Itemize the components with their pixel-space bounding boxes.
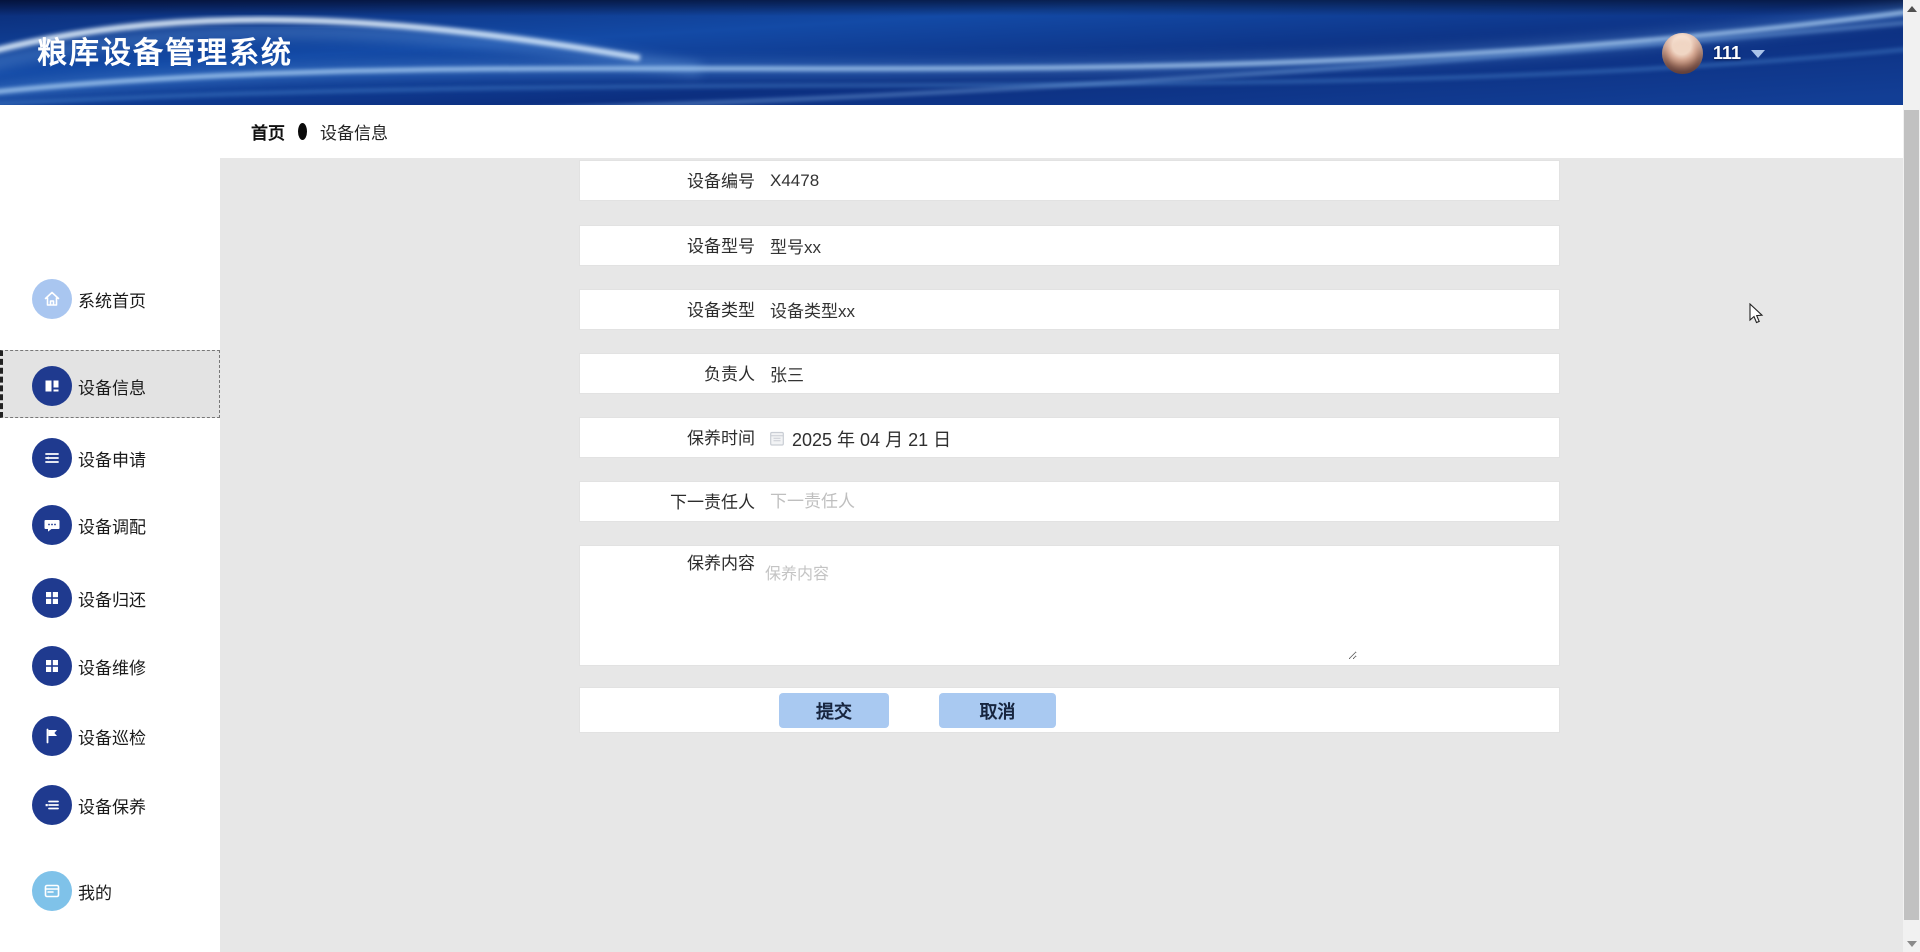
calendar-icon	[770, 431, 784, 446]
form-panel: 设备编号 设备型号 设备类型 负责人 保养时间 2025 年 04 月 21 日…	[220, 158, 1903, 952]
vertical-scrollbar	[1903, 0, 1920, 952]
form-row-device-code: 设备编号	[579, 160, 1560, 201]
app-window: 粮库设备管理系统 111 系统首页 设备信息 设备申请 设备调配 设备归还 设备…	[0, 0, 1920, 952]
next-responsible-input[interactable]	[770, 482, 1530, 521]
sidebar-item-my[interactable]: 我的	[0, 871, 220, 911]
sidebar-item-device-repair[interactable]: 设备维修	[0, 646, 220, 686]
field-label: 设备类型	[687, 301, 755, 320]
grid-icon	[32, 646, 72, 686]
breadcrumb-separator-icon	[298, 123, 307, 140]
list-arrow-icon	[32, 438, 72, 478]
form-row-maintain-date: 保养时间 2025 年 04 月 21 日	[579, 417, 1560, 458]
chat-icon	[32, 505, 72, 545]
field-label: 负责人	[704, 365, 755, 384]
field-label: 保养时间	[687, 429, 755, 448]
grid-icon	[32, 578, 72, 618]
scrollbar-thumb[interactable]	[1904, 110, 1919, 920]
home-icon	[32, 279, 72, 319]
form-row-device-model: 设备型号	[579, 225, 1560, 266]
sidebar-item-label: 设备申请	[78, 450, 146, 470]
cancel-button[interactable]: 取消	[939, 693, 1056, 728]
flag-icon	[32, 716, 72, 756]
sidebar-item-label: 设备保养	[78, 797, 146, 817]
triangle-up-icon	[1906, 5, 1917, 12]
sidebar-item-label: 我的	[78, 883, 112, 903]
device-code-input[interactable]	[770, 161, 1530, 200]
sidebar-item-device-inspect[interactable]: 设备巡检	[0, 716, 220, 756]
field-label: 设备型号	[687, 237, 755, 256]
breadcrumb-current: 设备信息	[320, 124, 388, 143]
sidebar-item-device-maintain[interactable]: 设备保养	[0, 785, 220, 825]
chevron-down-icon	[1751, 50, 1765, 58]
sidebar-item-home[interactable]: 系统首页	[0, 279, 220, 319]
form-row-device-type: 设备类型	[579, 289, 1560, 330]
scroll-up-button[interactable]	[1903, 0, 1920, 17]
sidebar-item-label: 设备调配	[78, 517, 146, 537]
field-label: 设备编号	[687, 172, 755, 191]
user-name: 111	[1712, 42, 1741, 63]
list-icon	[32, 785, 72, 825]
form-row-next-responsible: 下一责任人	[579, 481, 1560, 522]
device-type-input[interactable]	[770, 290, 1530, 329]
field-label: 下一责任人	[670, 493, 755, 512]
maintain-content-textarea[interactable]	[765, 552, 1357, 660]
form-row-maintain-content: 保养内容	[579, 545, 1560, 666]
form-row-actions: 提交 取消	[579, 687, 1560, 733]
maintain-date-picker[interactable]: 2025 年 04 月 21 日	[770, 418, 951, 459]
sidebar-item-device-info[interactable]: 设备信息	[0, 366, 220, 406]
app-header: 粮库设备管理系统 111	[0, 0, 1920, 105]
sidebar-item-label: 系统首页	[78, 291, 146, 311]
field-label: 保养内容	[687, 554, 755, 573]
triangle-down-icon	[1906, 940, 1917, 947]
device-model-input[interactable]	[770, 226, 1530, 265]
maintain-date-value: 2025 年 04 月 21 日	[792, 429, 952, 450]
submit-button[interactable]: 提交	[779, 693, 889, 728]
sidebar-item-label: 设备信息	[78, 378, 146, 398]
breadcrumb-home-link[interactable]: 首页	[251, 119, 285, 144]
profile-card-icon	[32, 871, 72, 911]
sidebar-item-label: 设备巡检	[78, 728, 146, 748]
sidebar-item-device-apply[interactable]: 设备申请	[0, 438, 220, 478]
sidebar-item-label: 设备维修	[78, 658, 146, 678]
user-menu[interactable]: 111	[1661, 32, 1765, 74]
sidebar-item-label: 设备归还	[78, 590, 146, 610]
responsible-person-input[interactable]	[770, 354, 1530, 393]
sidebar-item-device-return[interactable]: 设备归还	[0, 578, 220, 618]
user-avatar[interactable]	[1661, 32, 1703, 74]
page-title: 粮库设备管理系统	[37, 37, 293, 70]
sidebar-item-device-allocate[interactable]: 设备调配	[0, 505, 220, 545]
sidebar: 系统首页 设备信息 设备申请 设备调配 设备归还 设备维修 设备巡检 设备保养 …	[0, 105, 220, 952]
breadcrumb: 首页 设备信息	[220, 105, 1903, 158]
form-row-responsible: 负责人	[579, 353, 1560, 394]
book-icon	[32, 366, 72, 406]
scroll-down-button[interactable]	[1903, 935, 1920, 952]
